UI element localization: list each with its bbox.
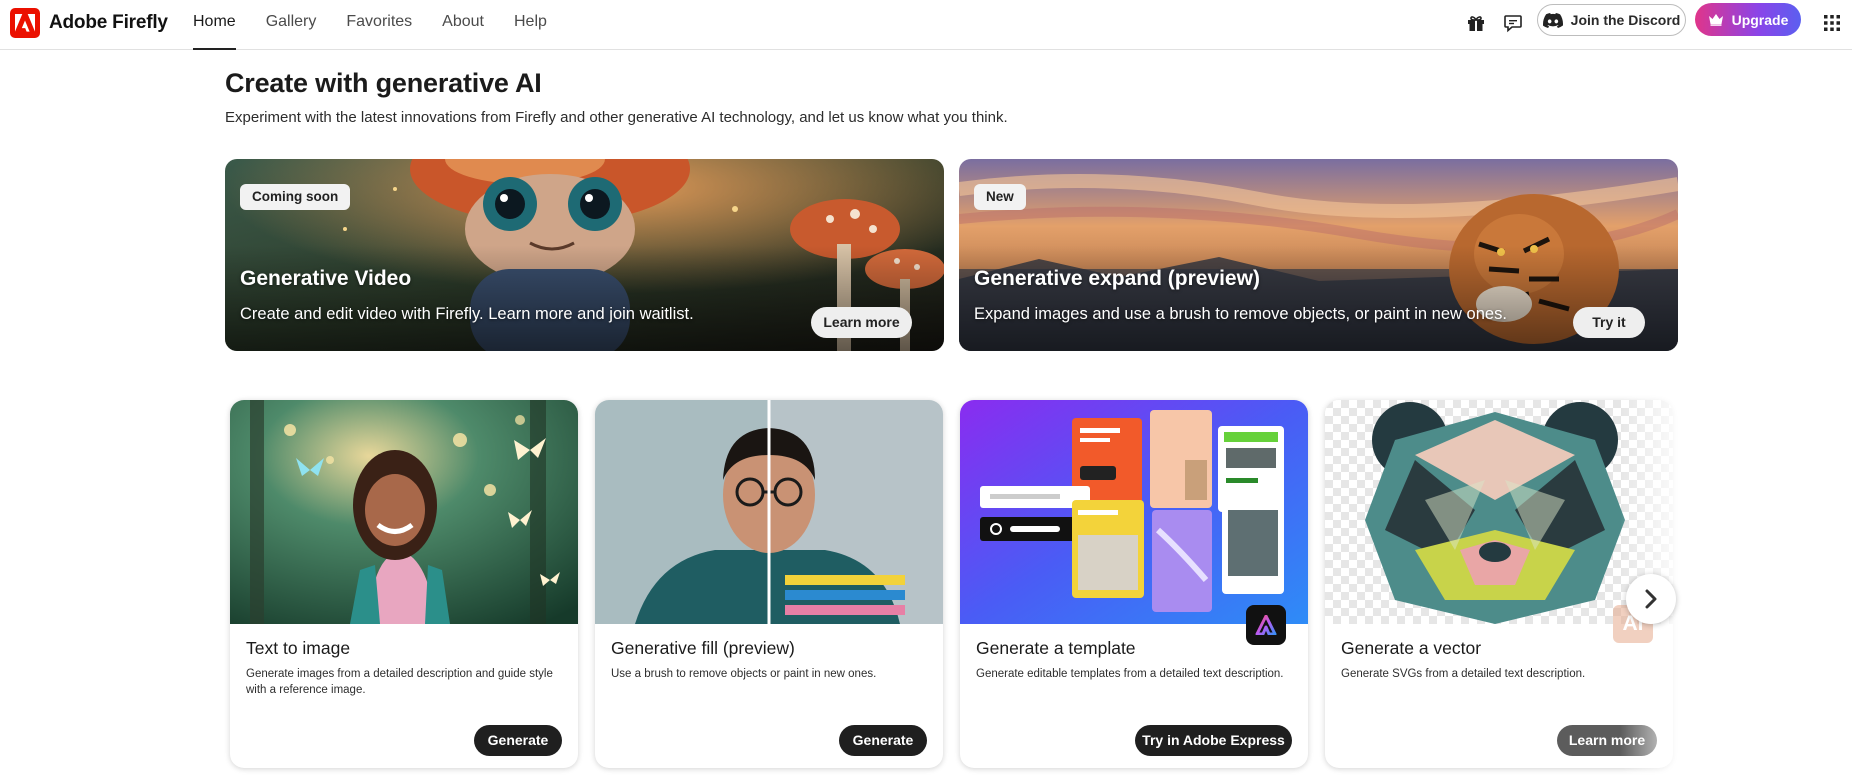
text-to-image-card[interactable]: Text to image Generate images from a det… xyxy=(230,400,578,768)
generate-template-card[interactable]: Generate a template Generate editable te… xyxy=(960,400,1308,768)
generative-expand-banner[interactable]: New Generative expand (preview) Expand i… xyxy=(959,159,1678,351)
generate-vector-card[interactable]: Generate a vector Generate SVGs from a d… xyxy=(1325,400,1673,768)
discord-icon xyxy=(1542,12,1563,28)
new-badge: New xyxy=(974,184,1026,210)
page-subtitle: Experiment with the latest innovations f… xyxy=(225,109,1008,126)
girl-butterflies-image xyxy=(230,400,578,624)
coming-soon-badge: Coming soon xyxy=(240,184,351,210)
card-title: Generate a vector xyxy=(1341,638,1482,658)
adobe-logo-icon xyxy=(10,8,40,38)
upgrade-label: Upgrade xyxy=(1731,11,1789,28)
crown-icon xyxy=(1708,14,1723,26)
gift-icon[interactable] xyxy=(1463,10,1489,36)
adobe-express-icon xyxy=(1246,605,1286,645)
join-discord-button[interactable]: Join the Discord xyxy=(1537,4,1686,36)
man-portrait-image xyxy=(595,400,943,624)
app-grid-icon[interactable] xyxy=(1819,10,1845,36)
generate-button[interactable]: Generate xyxy=(474,725,562,756)
card-title: Generative fill (preview) xyxy=(611,638,795,658)
generative-fill-card[interactable]: Generative fill (preview) Use a brush to… xyxy=(595,400,943,768)
carousel-next-button[interactable] xyxy=(1626,574,1676,624)
card-description: Generate images from a detailed descript… xyxy=(246,668,553,696)
top-navigation-bar: Adobe Firefly Home Gallery Favorites Abo… xyxy=(0,0,1852,50)
try-it-button[interactable]: Try it xyxy=(1573,307,1645,338)
nav-item-gallery[interactable]: Gallery xyxy=(266,0,317,50)
chat-bubble-icon[interactable] xyxy=(1500,10,1526,36)
chevron-right-icon xyxy=(1645,589,1657,609)
nav-item-home[interactable]: Home xyxy=(193,0,236,50)
try-in-adobe-express-button[interactable]: Try in Adobe Express xyxy=(1135,725,1292,756)
nav-item-help[interactable]: Help xyxy=(514,0,547,50)
card-description: Use a brush to remove objects or paint i… xyxy=(611,668,877,680)
generate-button[interactable]: Generate xyxy=(839,725,927,756)
upgrade-button[interactable]: Upgrade xyxy=(1695,3,1801,36)
card-title: Generate a template xyxy=(976,638,1136,658)
brand[interactable]: Adobe Firefly xyxy=(10,8,168,38)
main-nav: Home Gallery Favorites About Help xyxy=(193,0,577,50)
page-title: Create with generative AI xyxy=(225,68,542,98)
generative-video-banner[interactable]: Coming soon Generative Video Create and … xyxy=(225,159,944,351)
banner-title: Generative expand (preview) xyxy=(974,267,1260,290)
template-collage-image xyxy=(960,400,1308,624)
card-description: Generate SVGs from a detailed text descr… xyxy=(1341,668,1586,680)
brand-name: Adobe Firefly xyxy=(49,12,168,33)
card-title: Text to image xyxy=(246,638,351,658)
nav-item-about[interactable]: About xyxy=(442,0,484,50)
banner-title: Generative Video xyxy=(240,267,412,290)
discord-label: Join the Discord xyxy=(1570,12,1681,28)
card-description: Generate editable templates from a detai… xyxy=(976,668,1284,680)
nav-item-favorites[interactable]: Favorites xyxy=(346,0,412,50)
banner-description: Expand images and use a brush to remove … xyxy=(974,305,1507,323)
learn-more-button[interactable]: Learn more xyxy=(1557,725,1657,756)
banner-description: Create and edit video with Firefly. Lear… xyxy=(240,305,694,323)
learn-more-button[interactable]: Learn more xyxy=(811,307,912,338)
panda-vector-image xyxy=(1325,400,1673,624)
